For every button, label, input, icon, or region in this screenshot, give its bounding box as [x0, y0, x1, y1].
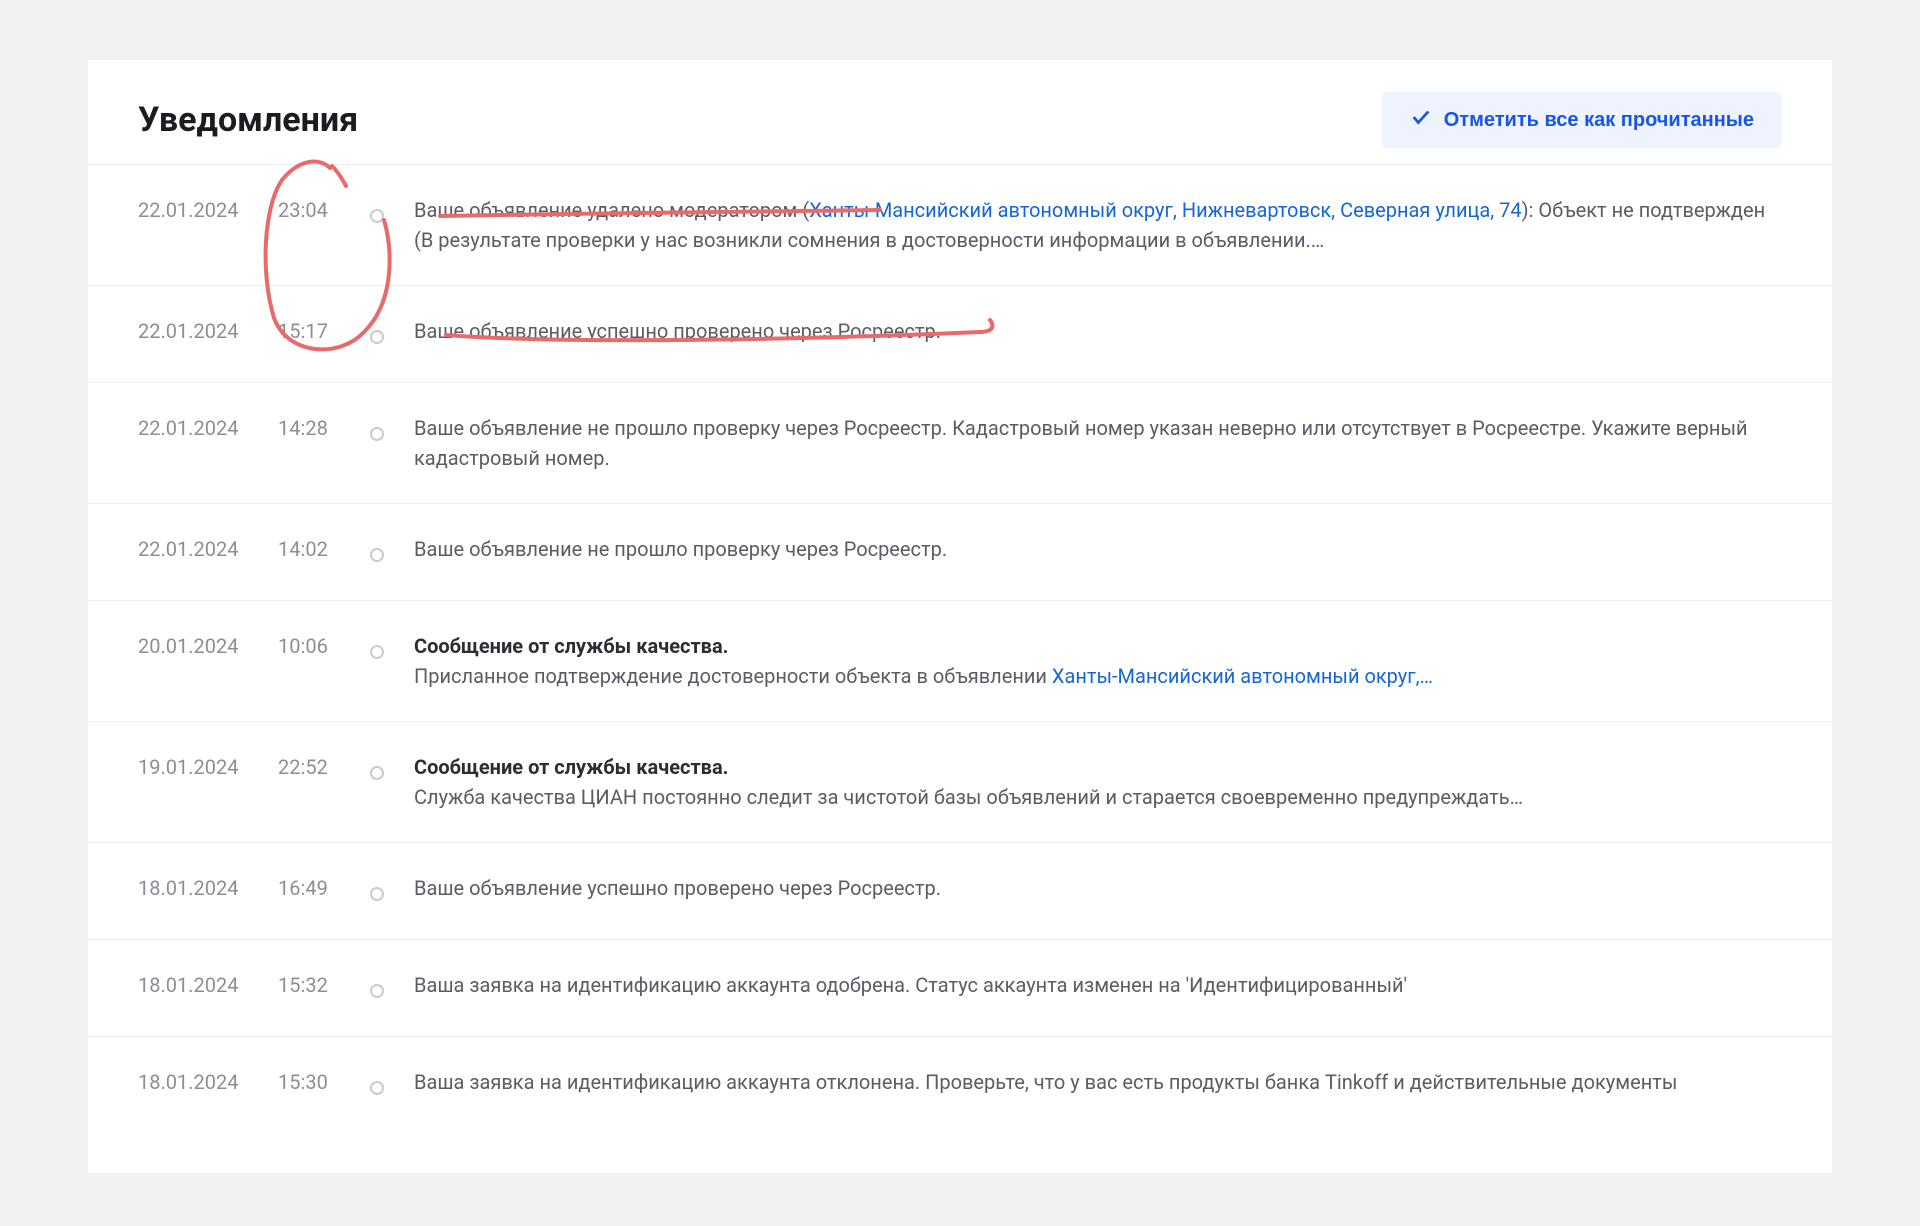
notification-text-line: Присланное подтверждение достоверности о… [414, 661, 1782, 691]
notification-text-prefix: Ваша заявка на идентификацию аккаунта од… [414, 973, 1407, 997]
notification-body: Сообщение от службы качества. Присланное … [414, 631, 1782, 691]
notifications-card: Уведомления Отметить все как прочитанные… [88, 60, 1832, 1173]
notification-row[interactable]: 18.01.202416:49 Ваше объявление успешно п… [88, 842, 1832, 939]
notification-time: 23:04 [278, 195, 370, 225]
notification-time: 15:32 [278, 970, 370, 1000]
notification-time: 16:49 [278, 873, 370, 903]
unread-dot-icon [370, 1081, 384, 1095]
notification-date: 18.01.2024 [138, 1067, 278, 1097]
notification-row[interactable]: 18.01.202415:30 Ваша заявка на идентифика… [88, 1036, 1832, 1133]
notification-row[interactable]: 19.01.202422:52 Сообщение от службы качес… [88, 721, 1832, 842]
notification-text-prefix: Ваше объявление успешно проверено через … [414, 876, 941, 900]
notification-date: 22.01.2024 [138, 316, 278, 346]
notification-text-prefix: Служба качества ЦИАН постоянно следит за… [414, 785, 1523, 809]
notification-body: Ваше объявление удалено модератором (Хан… [414, 195, 1782, 255]
unread-dot-icon [370, 548, 384, 562]
notification-text-line: Ваша заявка на идентификацию аккаунта от… [414, 1067, 1782, 1097]
notification-row[interactable]: 22.01.202414:28 Ваше объявление не прошло… [88, 382, 1832, 503]
unread-dot-icon [370, 645, 384, 659]
notification-date: 22.01.2024 [138, 534, 278, 564]
unread-dot-icon [370, 427, 384, 441]
notification-text-prefix: Ваша заявка на идентификацию аккаунта от… [414, 1070, 1677, 1094]
unread-indicator-cell [370, 873, 414, 909]
notification-row[interactable]: 20.01.202410:06 Сообщение от службы качес… [88, 600, 1832, 721]
notification-date: 18.01.2024 [138, 873, 278, 903]
unread-dot-icon [370, 984, 384, 998]
unread-dot-icon [370, 766, 384, 780]
unread-indicator-cell [370, 316, 414, 352]
unread-dot-icon [370, 887, 384, 901]
notification-time: 15:30 [278, 1067, 370, 1097]
notification-body: Ваша заявка на идентификацию аккаунта од… [414, 970, 1782, 1000]
notification-time: 14:02 [278, 534, 370, 564]
notification-text-line: Ваше объявление успешно проверено через … [414, 316, 1782, 346]
notification-strong-line: Сообщение от службы качества. [414, 631, 1782, 661]
unread-indicator-cell [370, 752, 414, 788]
notification-text-line: Ваше объявление успешно проверено через … [414, 873, 1782, 903]
notification-row[interactable]: 18.01.202415:32 Ваша заявка на идентифика… [88, 939, 1832, 1036]
unread-dot-icon [370, 209, 384, 223]
notification-row[interactable]: 22.01.202423:04 Ваше объявление удалено м… [88, 164, 1832, 285]
notification-text-prefix: Ваше объявление удалено модератором ( [414, 198, 809, 222]
notification-body: Ваша заявка на идентификацию аккаунта от… [414, 1067, 1782, 1097]
notification-text-prefix: Ваше объявление не прошло проверку через… [414, 537, 947, 561]
mark-all-read-label: Отметить все как прочитанные [1444, 109, 1754, 132]
page-title: Уведомления [138, 100, 358, 140]
notification-text-prefix: Ваше объявление успешно проверено через … [414, 319, 941, 343]
notification-time: 22:52 [278, 752, 370, 782]
notification-body: Ваше объявление успешно проверено через … [414, 316, 1782, 346]
notification-link[interactable]: Ханты-Мансийский автономный округ,… [1052, 664, 1433, 688]
unread-indicator-cell [370, 1067, 414, 1103]
notification-body: Ваше объявление успешно проверено через … [414, 873, 1782, 903]
unread-indicator-cell [370, 631, 414, 667]
notification-date: 22.01.2024 [138, 413, 278, 443]
notification-body: Сообщение от службы качества. Служба каче… [414, 752, 1782, 812]
unread-dot-icon [370, 330, 384, 344]
check-icon [1410, 106, 1432, 134]
notification-text-line: Служба качества ЦИАН постоянно следит за… [414, 782, 1782, 812]
notification-text-line: Ваше объявление не прошло проверку через… [414, 413, 1782, 473]
unread-indicator-cell [370, 195, 414, 231]
notification-time: 15:17 [278, 316, 370, 346]
notification-time: 10:06 [278, 631, 370, 661]
notification-text-prefix: Ваше объявление не прошло проверку через… [414, 416, 1748, 470]
card-header: Уведомления Отметить все как прочитанные [88, 60, 1832, 164]
notification-row[interactable]: 22.01.202415:17 Ваше объявление успешно п… [88, 285, 1832, 382]
notification-strong-line: Сообщение от службы качества. [414, 752, 1782, 782]
notification-text-prefix: Присланное подтверждение достоверности о… [414, 664, 1052, 688]
notification-date: 22.01.2024 [138, 195, 278, 225]
notification-body: Ваше объявление не прошло проверку через… [414, 413, 1782, 473]
notification-text-line: Ваше объявление не прошло проверку через… [414, 534, 1782, 564]
notification-date: 19.01.2024 [138, 752, 278, 782]
unread-indicator-cell [370, 413, 414, 449]
mark-all-read-button[interactable]: Отметить все как прочитанные [1382, 92, 1782, 148]
notification-time: 14:28 [278, 413, 370, 443]
notification-text-line: Ваше объявление удалено модератором (Хан… [414, 195, 1782, 255]
notification-body: Ваше объявление не прошло проверку через… [414, 534, 1782, 564]
unread-indicator-cell [370, 534, 414, 570]
notification-link[interactable]: Ханты-Мансийский автономный округ, Нижне… [809, 198, 1521, 222]
notification-row[interactable]: 22.01.202414:02 Ваше объявление не прошло… [88, 503, 1832, 600]
unread-indicator-cell [370, 970, 414, 1006]
notifications-list: 22.01.202423:04Ваше объявление удалено м… [88, 164, 1832, 1133]
notification-text-line: Ваша заявка на идентификацию аккаунта од… [414, 970, 1782, 1000]
notification-date: 20.01.2024 [138, 631, 278, 661]
notification-date: 18.01.2024 [138, 970, 278, 1000]
